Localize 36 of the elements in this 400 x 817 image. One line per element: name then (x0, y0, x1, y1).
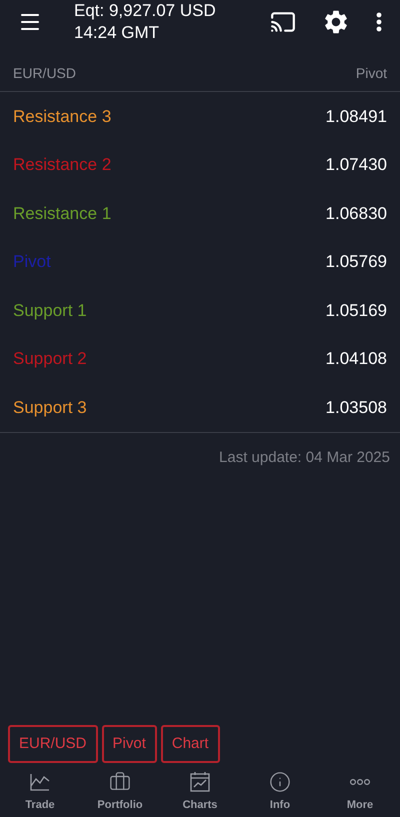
level-value: 1.04108 (326, 348, 387, 370)
level-label: Support 3 (13, 396, 87, 418)
level-label: Resistance 3 (13, 106, 112, 128)
level-value: 1.05169 (326, 300, 387, 322)
level-value: 1.06830 (326, 202, 387, 224)
level-label: Resistance 2 (13, 154, 112, 176)
filter-chip[interactable]: Chart (160, 725, 220, 763)
settings-button[interactable] (322, 8, 350, 36)
settings-icon (322, 8, 350, 36)
filter-chip[interactable]: EUR/USD (8, 725, 98, 763)
equity-text: Eqt: 9,927.07 USD (74, 0, 216, 22)
more-vertical-icon (376, 12, 382, 32)
time-text: 14:24 GMT (74, 22, 160, 44)
column-header: Pivot (356, 64, 387, 83)
nav-tab[interactable]: Trade (0, 769, 80, 817)
level-label: Support 2 (13, 348, 87, 370)
level-label: Support 1 (13, 300, 87, 322)
calendar-chart-icon (189, 770, 211, 792)
last-update-text: Last update: 04 Mar 2025 (219, 448, 390, 468)
nav-tab[interactable]: Info (240, 769, 320, 817)
more-icon (349, 778, 371, 786)
filter-chip[interactable]: Pivot (102, 725, 157, 763)
nav-tab[interactable]: More (320, 769, 400, 817)
line-chart-icon (29, 772, 51, 792)
level-value: 1.03508 (326, 396, 387, 418)
more-options-button[interactable] (376, 12, 382, 32)
briefcase-icon (109, 770, 131, 792)
info-icon (269, 770, 291, 792)
level-label: Resistance 1 (13, 202, 112, 224)
level-value: 1.07430 (326, 154, 387, 176)
level-label: Pivot (13, 251, 51, 273)
column-header: EUR/USD (13, 64, 76, 83)
level-value: 1.08491 (326, 106, 387, 128)
level-value: 1.05769 (326, 251, 387, 273)
nav-tab[interactable]: Charts (160, 769, 240, 817)
nav-tab[interactable]: Portfolio (80, 769, 160, 817)
